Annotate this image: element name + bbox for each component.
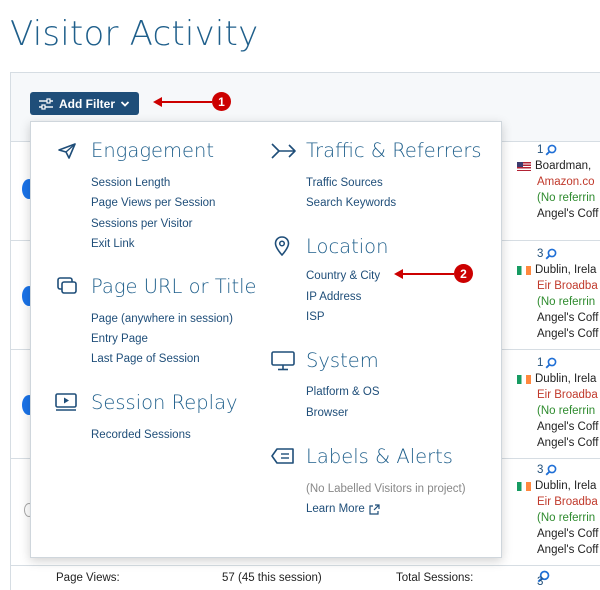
visitor-organization: Angel's Coff	[537, 544, 599, 556]
ireland-flag-icon	[517, 265, 531, 275]
total-sessions-label: Total Sessions:	[396, 572, 474, 584]
page-views-label: Page Views:	[56, 572, 120, 584]
map-pin-icon	[274, 236, 290, 256]
visitor-location: Dublin, Irela	[517, 262, 598, 278]
search-icon	[545, 248, 557, 260]
visitor-cell: 3 Dublin, Irela Eir Broadba (No referrin…	[517, 462, 599, 558]
visitor-isp: Eir Broadba	[537, 389, 598, 401]
ireland-flag-icon	[517, 481, 531, 491]
menu-item-sessions-per-visitor[interactable]: Sessions per Visitor	[91, 218, 192, 230]
section-title-location: Location	[306, 235, 389, 258]
menu-item-country-city[interactable]: Country & City	[306, 270, 380, 282]
callout-badge-2: 2	[454, 264, 473, 283]
section-title-labels: Labels & Alerts	[306, 445, 453, 468]
total-sessions-value[interactable]: 3	[537, 570, 550, 588]
menu-item-isp[interactable]: ISP	[306, 311, 325, 323]
page-title: Visitor Activity	[10, 14, 259, 54]
section-title-system: System	[306, 349, 379, 372]
visitor-cell: 1 Boardman, Amazon.co (No referrin Angel…	[517, 142, 599, 222]
redirect-arrow-icon	[271, 143, 296, 159]
windows-icon	[57, 277, 77, 294]
visitor-referrer: (No referrin	[537, 405, 596, 417]
menu-item-page-views-per-session[interactable]: Page Views per Session	[91, 197, 215, 209]
visitor-organization: Angel's Coff	[537, 208, 599, 220]
chevron-down-icon	[120, 100, 130, 107]
menu-item-browser[interactable]: Browser	[306, 407, 348, 419]
menu-item-exit-link[interactable]: Exit Link	[91, 238, 134, 250]
visitor-summary-row: Page Views: 57 (45 this session) Total S…	[10, 566, 600, 590]
menu-item-search-keywords[interactable]: Search Keywords	[306, 197, 396, 209]
section-title-page-url: Page URL or Title	[91, 275, 257, 298]
search-icon	[545, 144, 557, 156]
visitor-organization: Angel's Coff	[537, 421, 599, 433]
labels-empty-text: (No Labelled Visitors in project)	[306, 483, 466, 495]
session-count[interactable]: 1	[537, 142, 598, 158]
visitor-organization: Angel's Coff	[537, 528, 599, 540]
session-count[interactable]: 3	[537, 462, 598, 478]
external-link-icon	[369, 503, 380, 515]
visitor-organization: Angel's Coff	[537, 437, 599, 449]
menu-item-page-anywhere[interactable]: Page (anywhere in session)	[91, 313, 233, 325]
session-count[interactable]: 1	[537, 355, 598, 371]
visitor-location: Dublin, Irela	[517, 478, 598, 494]
us-flag-icon	[517, 161, 531, 171]
visitor-referrer: (No referrin	[537, 296, 596, 308]
callout-arrow-line	[160, 101, 212, 103]
visitor-isp: Amazon.co	[537, 176, 595, 188]
search-icon	[545, 464, 557, 476]
menu-item-session-length[interactable]: Session Length	[91, 177, 170, 189]
add-filter-dropdown: Engagement Session Length Page Views per…	[30, 121, 502, 558]
learn-more-link[interactable]: Learn More	[306, 503, 380, 515]
send-arrow-icon	[58, 143, 76, 159]
visitor-isp: Eir Broadba	[537, 280, 598, 292]
add-filter-label: Add Filter	[59, 96, 115, 111]
section-title-engagement: Engagement	[91, 139, 215, 162]
visitor-cell: 1 Dublin, Irela Eir Broadba (No referrin…	[517, 355, 599, 451]
menu-item-recorded-sessions[interactable]: Recorded Sessions	[91, 429, 191, 441]
menu-item-ip-address[interactable]: IP Address	[306, 291, 361, 303]
menu-item-platform-os[interactable]: Platform & OS	[306, 386, 380, 398]
session-count[interactable]: 3	[537, 246, 598, 262]
label-tag-icon	[271, 448, 294, 464]
visitor-isp: Eir Broadba	[537, 496, 598, 508]
section-title-traffic: Traffic & Referrers	[306, 139, 482, 162]
visitor-referrer: (No referrin	[537, 192, 596, 204]
callout-arrow-line	[401, 273, 454, 275]
menu-item-entry-page[interactable]: Entry Page	[91, 333, 148, 345]
visitor-organization: Angel's Coff	[537, 312, 599, 324]
visitor-location: Dublin, Irela	[517, 371, 598, 387]
replay-screen-icon	[55, 393, 77, 411]
sliders-icon	[39, 97, 53, 110]
visitor-location: Boardman,	[517, 158, 598, 174]
section-title-session-replay: Session Replay	[91, 391, 238, 414]
add-filter-button[interactable]: Add Filter	[30, 92, 139, 115]
menu-item-last-page-of-session[interactable]: Last Page of Session	[91, 353, 200, 365]
search-icon	[545, 357, 557, 369]
monitor-icon	[271, 351, 295, 371]
ireland-flag-icon	[517, 374, 531, 384]
page-views-value: 57 (45 this session)	[222, 572, 322, 584]
callout-badge-1: 1	[212, 92, 231, 111]
visitor-organization: Angel's Coff	[537, 328, 599, 340]
menu-item-traffic-sources[interactable]: Traffic Sources	[306, 177, 383, 189]
visitor-referrer: (No referrin	[537, 512, 596, 524]
visitor-cell: 3 Dublin, Irela Eir Broadba (No referrin…	[517, 246, 599, 342]
